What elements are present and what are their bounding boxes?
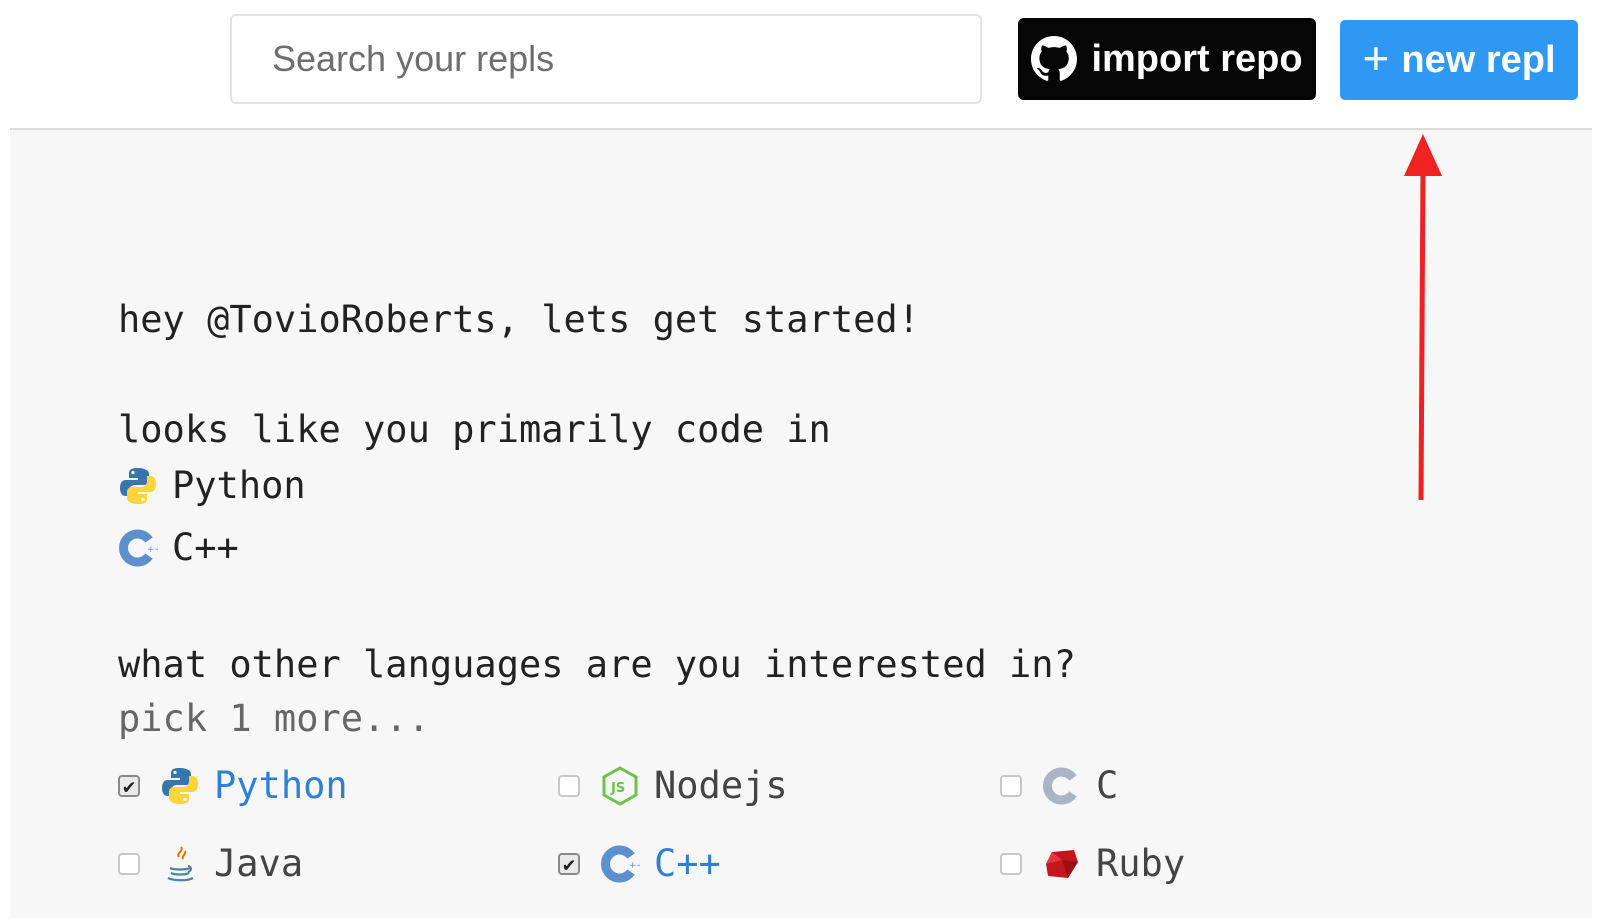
option-python[interactable]: ✔ Python [118, 764, 348, 807]
option-cpp[interactable]: ✔ ++ C++ [558, 842, 721, 885]
option-label: C [1096, 764, 1119, 807]
c-icon [1042, 766, 1082, 806]
option-label: Ruby [1096, 842, 1186, 885]
svg-text:++: ++ [147, 545, 158, 555]
primary-heading: looks like you primarily code in [118, 408, 831, 451]
cpp-icon: ++ [118, 528, 158, 568]
primary-language-label: C++ [172, 526, 239, 569]
new-repl-label: new repl [1401, 38, 1556, 81]
nodejs-icon: JS [600, 765, 640, 806]
primary-language-cpp: ++ C++ [118, 526, 239, 569]
import-repo-label: import repo [1091, 37, 1303, 80]
checkbox[interactable] [558, 774, 580, 797]
python-icon [160, 766, 200, 806]
greeting: hey @TovioRoberts, lets get started! [118, 298, 920, 341]
svg-text:++: ++ [629, 861, 640, 871]
primary-language-python: Python [118, 464, 306, 507]
checkbox[interactable] [118, 852, 140, 875]
search-box[interactable] [230, 14, 982, 104]
option-c[interactable]: C [1000, 764, 1118, 807]
github-icon [1031, 36, 1078, 82]
option-nodejs[interactable]: JS Nodejs [558, 764, 788, 807]
search-input[interactable] [270, 37, 980, 81]
cpp-icon: ++ [600, 844, 640, 884]
ruby-icon [1042, 844, 1082, 884]
svg-text:JS: JS [610, 781, 625, 796]
onboarding-panel: hey @TovioRoberts, lets get started! loo… [10, 130, 1592, 918]
option-java[interactable]: Java [118, 842, 303, 885]
option-label: Java [214, 842, 304, 885]
option-label: C++ [654, 842, 721, 885]
option-label: Python [214, 764, 348, 807]
annotation-arrow [1404, 134, 1442, 501]
checkbox[interactable]: ✔ [118, 774, 140, 798]
checkbox[interactable] [1000, 852, 1022, 875]
checkbox[interactable] [1000, 774, 1022, 797]
interest-question: what other languages are you interested … [118, 643, 1076, 686]
primary-language-label: Python [172, 464, 306, 507]
new-repl-button[interactable]: + new repl [1340, 20, 1578, 100]
option-label: Nodejs [654, 764, 788, 807]
option-ruby[interactable]: Ruby [1000, 842, 1185, 885]
top-bar: import repo + new repl [0, 0, 1600, 130]
python-icon [118, 466, 158, 506]
java-icon [160, 844, 200, 884]
import-repo-button[interactable]: import repo [1018, 18, 1316, 100]
plus-icon: + [1362, 32, 1390, 84]
pick-hint: pick 1 more... [118, 697, 430, 740]
checkbox[interactable]: ✔ [558, 852, 580, 876]
